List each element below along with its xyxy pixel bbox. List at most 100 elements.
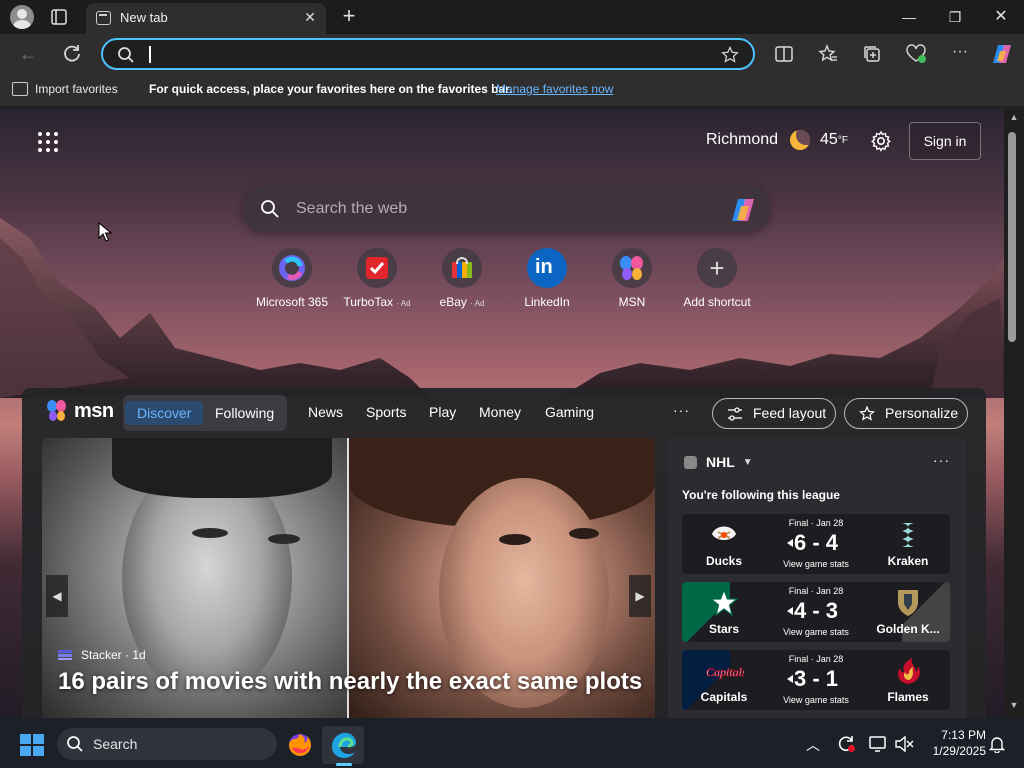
league-selector[interactable]: NHL ▼ [684,454,753,470]
scroll-down-arrow-icon[interactable]: ▼ [1006,700,1022,712]
home-team: Capitals [700,690,748,704]
nav-play[interactable]: Play [429,404,456,420]
msn-feed: msn Discover Following News Sports Play … [22,388,986,718]
weather-unit: °F [837,134,848,146]
game-row[interactable]: Capitals Final · Jan 28 3 - 1 View game … [682,650,950,710]
taskbar-search-placeholder: Search [93,736,138,752]
new-tab-page: Richmond 45 °F Sign in Search the web Mi… [0,108,1004,718]
apps-launcher-button[interactable] [38,132,58,152]
start-button[interactable] [20,734,44,756]
network-icon[interactable] [868,735,888,753]
minimize-button[interactable]: — [886,0,932,34]
nav-money[interactable]: Money [479,404,521,420]
web-search-box[interactable]: Search the web [242,186,770,232]
favorites-icon[interactable] [817,43,839,65]
article-headline[interactable]: 16 pairs of movies with nearly the exact… [58,668,648,696]
ad-badge: · Ad [470,299,485,308]
tab-actions-icon[interactable] [50,8,68,26]
sign-in-button[interactable]: Sign in [909,122,981,160]
page-settings-gear-icon[interactable] [870,130,892,152]
hero-article-card[interactable]: ◀ ▶ Stacker · 1d 16 pairs of movies with… [42,438,655,718]
feed-layout-button[interactable]: Feed layout [712,398,836,429]
plus-icon: + [697,248,737,288]
system-clock[interactable]: 7:13 PM 1/29/2025 [920,727,986,759]
tab-discover[interactable]: Discover [125,401,204,425]
windows-taskbar: Search ︿ 7:13 PM 1/29/2025 [0,718,1024,768]
collections-icon[interactable] [861,43,883,65]
copilot-icon[interactable] [729,196,759,224]
split-screen-icon[interactable] [773,43,795,65]
address-bar[interactable] [101,38,755,70]
update-sync-icon[interactable] [836,733,856,753]
nav-news[interactable]: News [308,404,343,420]
turbotax-icon [357,248,397,288]
golden-knights-logo-icon [898,590,918,616]
shortcut-label: TurboTax [343,295,393,309]
nhl-scores-card: NHL ▼ ··· You're following this league F… [668,438,966,718]
flames-logo-icon [898,658,920,684]
ad-badge: · Ad [396,299,411,308]
scrollbar-thumb[interactable] [1008,132,1016,342]
more-categories-button[interactable]: ··· [673,402,690,418]
carousel-prev-button[interactable]: ◀ [46,575,68,617]
msn-logo[interactable]: msn [44,398,114,424]
clock-date: 1/29/2025 [932,744,986,758]
tab-new-tab[interactable]: New tab ✕ [86,3,326,34]
scroll-up-arrow-icon[interactable]: ▲ [1006,112,1022,124]
refresh-icon [64,45,80,62]
browser-toolbar: ← ··· [0,34,1024,74]
chevron-down-icon: ▼ [742,456,753,468]
star-pen-icon [859,406,875,421]
taskbar-search-box[interactable]: Search [57,728,277,760]
profile-avatar[interactable] [10,5,34,29]
import-favorites-button[interactable]: Import favorites [12,82,118,96]
nhl-more-button[interactable]: ··· [933,452,950,468]
weather-widget[interactable]: Richmond 45 °F [706,130,848,150]
shortcut-label: MSN [618,295,646,309]
active-app-indicator [336,763,352,766]
copilot-icon[interactable] [990,42,1014,66]
away-team: Golden K... [876,622,940,636]
close-tab-icon[interactable]: ✕ [302,9,318,25]
add-favorite-star-icon[interactable] [721,46,739,64]
article-source: Stacker · 1d [58,648,146,662]
game-row[interactable]: Final · Jan 28 4 - 3 View game stats Sta… [682,582,950,642]
new-tab-icon [96,11,111,25]
personalize-label: Personalize [885,405,959,421]
settings-and-more-button[interactable]: ··· [949,43,971,65]
away-team: Flames [887,690,929,704]
show-hidden-icons-chevron-icon[interactable]: ︿ [804,735,822,753]
personalize-button[interactable]: Personalize [844,398,968,429]
speaker-muted-icon[interactable] [894,735,914,753]
title-bar: New tab ✕ + — ❐ ✕ [0,0,1024,34]
weather-city: Richmond [706,131,779,148]
source-name: Stacker [81,648,122,662]
away-team: Kraken [887,554,929,568]
manage-favorites-link[interactable]: Manage favorites now [496,82,613,96]
kraken-logo-icon [902,523,914,547]
nav-sports[interactable]: Sports [366,404,406,420]
restore-button[interactable]: ❐ [932,0,978,34]
favorites-bar: Import favorites For quick access, place… [0,74,1024,106]
search-icon [118,47,134,63]
shortcut-label: Microsoft 365 [255,295,329,309]
browser-essentials-icon[interactable] [905,43,927,65]
nav-gaming[interactable]: Gaming [545,404,594,420]
refresh-button[interactable] [60,42,84,66]
feed-layout-label: Feed layout [753,405,827,421]
shortcut-label: eBay [439,295,467,309]
carousel-next-button[interactable]: ▶ [629,575,651,617]
add-shortcut-button[interactable]: + Add shortcut [667,248,767,309]
notification-bell-icon[interactable] [988,735,1006,753]
back-button[interactable]: ← [16,42,40,66]
search-icon [67,736,83,752]
edge-icon[interactable] [326,727,362,763]
close-window-button[interactable]: ✕ [978,0,1024,34]
mouse-cursor-icon [98,222,112,242]
game-row[interactable]: Final · Jan 28 6 - 4 View game stats Duc… [682,514,950,574]
firefox-icon[interactable] [282,727,318,763]
new-tab-button[interactable]: + [338,5,360,27]
tab-following[interactable]: Following [203,401,286,425]
folder-icon [12,82,28,96]
msn-butterfly-icon [47,400,66,421]
